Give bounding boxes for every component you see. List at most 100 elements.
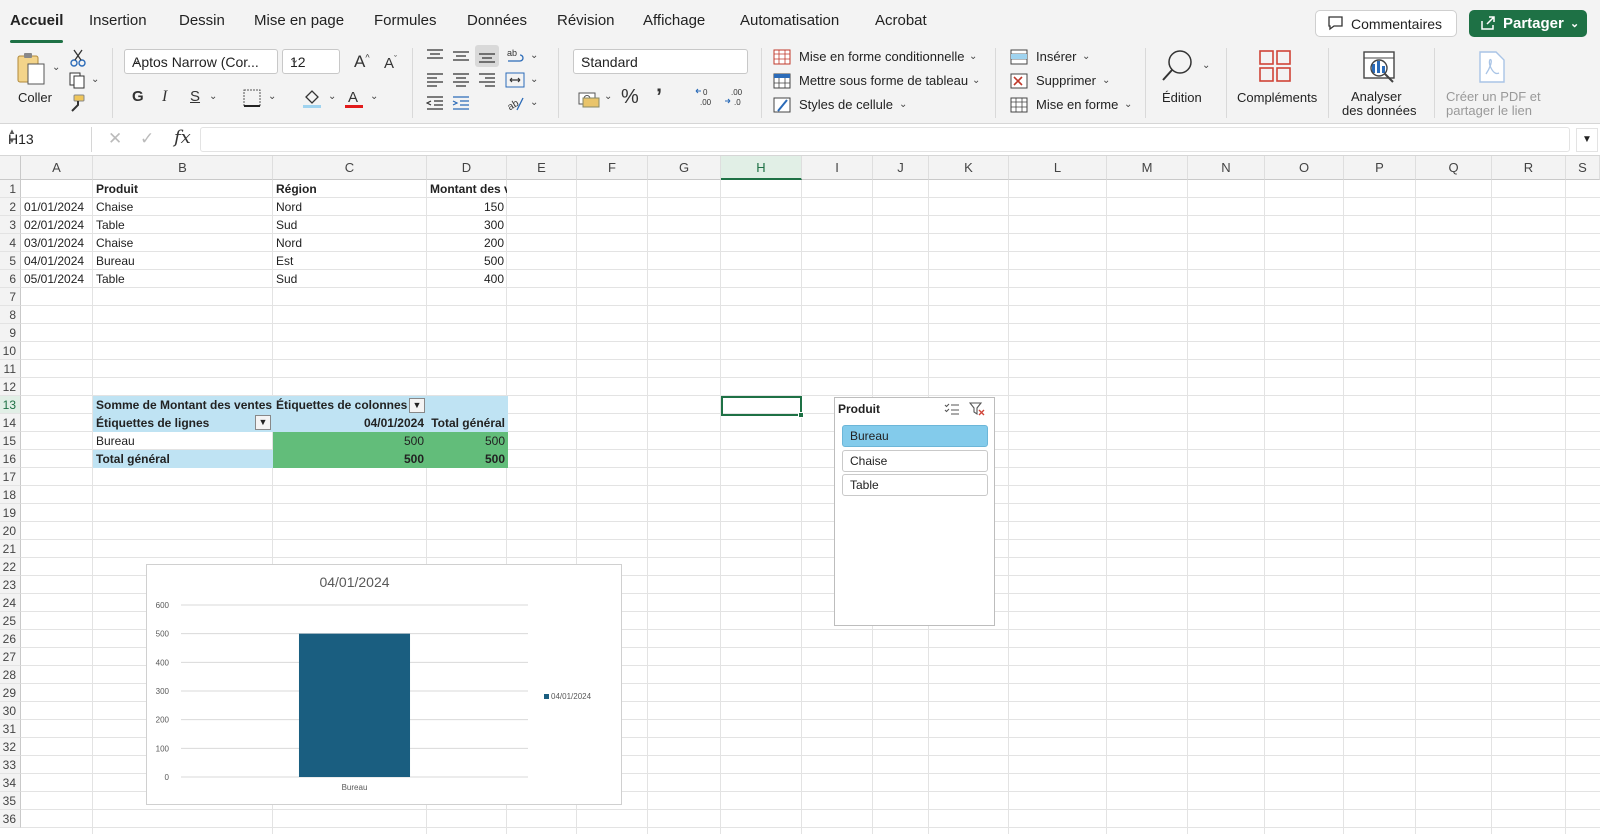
column-header-f[interactable]: F	[577, 156, 648, 180]
slicer-produit[interactable]: Produit Bureau Chaise Table	[834, 397, 995, 626]
row-header-36[interactable]: 36	[0, 810, 21, 828]
row-header-31[interactable]: 31	[0, 720, 21, 738]
row-header-5[interactable]: 5	[0, 252, 21, 270]
row-header-14[interactable]: 14	[0, 414, 21, 432]
active-cell-h13[interactable]	[721, 396, 802, 416]
column-header-p[interactable]: P	[1344, 156, 1416, 180]
wrap-text-icon[interactable]: ab	[506, 47, 526, 65]
pivot-row-total[interactable]: 500	[427, 432, 508, 450]
column-header-m[interactable]: M	[1107, 156, 1188, 180]
increase-font-icon[interactable]: A^	[354, 52, 370, 72]
font-size-dropdown[interactable]: 12 ⌄	[282, 49, 340, 74]
table-cell[interactable]: 05/01/2024	[21, 270, 93, 288]
row-header-1[interactable]: 1	[0, 180, 21, 198]
row-header-33[interactable]: 33	[0, 756, 21, 774]
column-header-g[interactable]: G	[648, 156, 721, 180]
pivot-grand-total[interactable]: 500	[427, 450, 508, 468]
column-header-r[interactable]: R	[1492, 156, 1566, 180]
row-header-20[interactable]: 20	[0, 522, 21, 540]
font-name-dropdown[interactable]: Aptos Narrow (Cor... ⌄	[124, 49, 278, 74]
formula-input[interactable]	[200, 127, 1570, 152]
column-header-i[interactable]: I	[802, 156, 873, 180]
expand-formula-bar-button[interactable]: ▼	[1576, 128, 1598, 152]
row-header-29[interactable]: 29	[0, 684, 21, 702]
row-header-30[interactable]: 30	[0, 702, 21, 720]
tab-revision[interactable]: Révision	[557, 12, 615, 29]
row-filter-button[interactable]: ▼	[255, 415, 271, 430]
insert-function-button[interactable]: fx	[174, 127, 191, 148]
row-header-34[interactable]: 34	[0, 774, 21, 792]
pivot-row-item[interactable]: Bureau	[93, 432, 273, 450]
row-header-27[interactable]: 27	[0, 648, 21, 666]
table-cell[interactable]: 04/01/2024	[21, 252, 93, 270]
cell-styles-button[interactable]: Styles de cellule ⌄	[773, 96, 983, 116]
column-header-l[interactable]: L	[1009, 156, 1107, 180]
insert-cells-button[interactable]: Insérer ⌄	[1010, 48, 1120, 68]
row-header-3[interactable]: 3	[0, 216, 21, 234]
row-header-2[interactable]: 2	[0, 198, 21, 216]
delete-cells-button[interactable]: Supprimer ⌄	[1010, 72, 1120, 92]
decrease-font-icon[interactable]: Aˇ	[384, 54, 397, 72]
row-header-13[interactable]: 13	[0, 396, 21, 414]
row-header-19[interactable]: 19	[0, 504, 21, 522]
merge-center-icon[interactable]	[505, 71, 525, 89]
row-header-22[interactable]: 22	[0, 558, 21, 576]
format-painter-icon[interactable]	[68, 94, 86, 112]
comments-button[interactable]: Commentaires	[1315, 10, 1457, 37]
tab-formules[interactable]: Formules	[374, 12, 437, 29]
row-header-9[interactable]: 9	[0, 324, 21, 342]
bold-button[interactable]: G	[132, 88, 144, 105]
column-header-b[interactable]: B	[93, 156, 273, 180]
thousands-separator-icon[interactable]: ’	[656, 84, 662, 110]
percent-icon[interactable]: %	[621, 86, 639, 109]
fill-handle[interactable]	[798, 412, 804, 418]
orientation-icon[interactable]: ab	[505, 94, 525, 112]
table-cell[interactable]: Chaise	[93, 234, 273, 252]
row-header-35[interactable]: 35	[0, 792, 21, 810]
paste-button[interactable]: ⌄ Coller	[8, 48, 60, 108]
row-header-8[interactable]: 8	[0, 306, 21, 324]
row-header-6[interactable]: 6	[0, 270, 21, 288]
editing-button[interactable]: ⌄ Édition	[1155, 46, 1215, 112]
table-cell[interactable]: Est	[273, 252, 427, 270]
row-header-7[interactable]: 7	[0, 288, 21, 306]
row-header-11[interactable]: 11	[0, 360, 21, 378]
spreadsheet-grid[interactable]: ABCDEFGHIJKLMNOPQRS 1 2 3 4 5 6 7 8 9 10 11 12 13 14 1…	[0, 156, 1600, 834]
column-header-d[interactable]: D	[427, 156, 507, 180]
tab-acrobat[interactable]: Acrobat	[875, 12, 927, 29]
cancel-icon[interactable]: ✕	[108, 129, 122, 149]
table-cell[interactable]: Table	[93, 270, 273, 288]
increase-indent-icon[interactable]	[452, 95, 470, 111]
copy-icon[interactable]	[68, 71, 86, 89]
column-header-k[interactable]: K	[929, 156, 1009, 180]
confirm-icon[interactable]: ✓	[140, 129, 154, 149]
conditional-formatting-button[interactable]: Mise en forme conditionnelle ⌄	[773, 48, 983, 68]
pivot-grand-total-label[interactable]: Total général	[93, 450, 273, 468]
increase-decimal-icon[interactable]: 0.00	[695, 86, 717, 108]
table-cell[interactable]: Nord	[273, 234, 427, 252]
align-center-icon[interactable]	[452, 72, 470, 88]
tab-automatisation[interactable]: Automatisation	[740, 12, 839, 29]
row-header-28[interactable]: 28	[0, 666, 21, 684]
row-header-32[interactable]: 32	[0, 738, 21, 756]
column-header-c[interactable]: C	[273, 156, 427, 180]
borders-icon[interactable]	[243, 89, 261, 107]
table-header-cell[interactable]: Produit	[93, 180, 273, 198]
row-header-12[interactable]: 12	[0, 378, 21, 396]
fill-color-icon[interactable]	[302, 87, 322, 109]
table-cell[interactable]: Sud	[273, 216, 427, 234]
row-header-16[interactable]: 16	[0, 450, 21, 468]
align-right-icon[interactable]	[478, 72, 496, 88]
analyze-data-button[interactable]: Analyser des données	[1338, 46, 1424, 118]
tab-insertion[interactable]: Insertion	[89, 12, 147, 29]
column-header-n[interactable]: N	[1188, 156, 1265, 180]
table-cell[interactable]: 03/01/2024	[21, 234, 93, 252]
row-header-4[interactable]: 4	[0, 234, 21, 252]
tab-donnees[interactable]: Données	[467, 12, 527, 29]
table-cell[interactable]: 200	[427, 234, 507, 252]
multi-select-icon[interactable]	[944, 402, 960, 416]
row-header-10[interactable]: 10	[0, 342, 21, 360]
table-cell[interactable]: 01/01/2024	[21, 198, 93, 216]
select-all-corner[interactable]	[0, 156, 21, 180]
row-header-18[interactable]: 18	[0, 486, 21, 504]
